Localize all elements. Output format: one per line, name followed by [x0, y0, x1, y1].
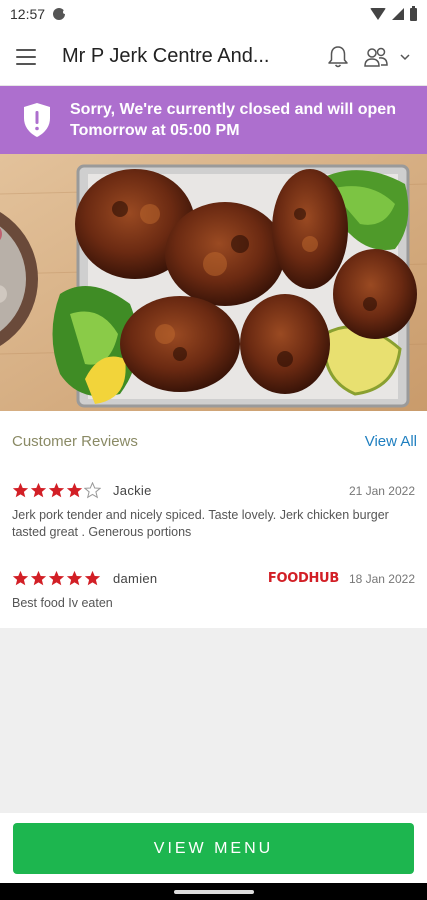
star-filled-icon [12, 482, 29, 498]
signal-icon [392, 8, 404, 20]
restaurant-hero-image [0, 154, 427, 411]
star-empty-icon [84, 482, 101, 499]
app-bar-actions [327, 45, 411, 69]
system-navigation-bar [0, 883, 427, 900]
closed-message-line1: Sorry, We're currently closed and will o… [70, 101, 396, 118]
status-icons [370, 5, 417, 21]
foodhub-source-badge: FOODHUB [267, 571, 339, 586]
profile-icon[interactable] [363, 46, 389, 68]
star-rating [12, 570, 101, 587]
reviewer-name: damien [113, 571, 158, 586]
restaurant-title: Mr P Jerk Centre And... [62, 45, 270, 67]
star-filled-icon [30, 570, 47, 586]
reviewer-name: Jackie [113, 483, 152, 498]
bottom-action-bar: VIEW MENU [0, 813, 427, 883]
star-filled-icon [84, 570, 101, 586]
review-text: Best food Iv eaten [12, 596, 113, 610]
closed-banner: Sorry, We're currently closed and will o… [0, 86, 427, 154]
star-filled-icon [12, 570, 29, 586]
wifi-icon [370, 8, 386, 20]
shield-alert-icon [24, 103, 50, 137]
review-item: damien FOODHUB 18 Jan 2022 Best food Iv … [12, 570, 415, 612]
review-item: Jackie 21 Jan 2022 Jerk pork tender and … [12, 482, 415, 541]
closed-message: Sorry, We're currently closed and will o… [70, 99, 396, 141]
status-bar: 12:57 [0, 0, 427, 28]
review-date: 18 Jan 2022 [348, 571, 415, 586]
view-menu-button[interactable]: VIEW MENU [13, 823, 414, 874]
star-filled-icon [66, 570, 83, 586]
star-filled-icon [48, 482, 65, 498]
notification-icon [53, 8, 68, 20]
star-filled-icon [30, 482, 47, 498]
chevron-down-icon[interactable] [399, 51, 411, 63]
review-text: Jerk pork tender and nicely spiced. Tast… [12, 508, 389, 539]
view-all-link[interactable]: View All [365, 433, 417, 450]
hamburger-menu-icon[interactable] [16, 48, 36, 65]
home-gesture-handle[interactable] [174, 890, 254, 894]
battery-icon [410, 5, 417, 21]
app-bar: Mr P Jerk Centre And... [0, 28, 427, 86]
reviews-header: Customer Reviews View All [12, 433, 417, 450]
review-date: 21 Jan 2022 [348, 483, 415, 498]
reviews-title: Customer Reviews [12, 433, 138, 450]
bell-icon[interactable] [327, 45, 349, 69]
star-filled-icon [66, 482, 83, 498]
closed-message-line2: Tomorrow at 05:00 PM [70, 122, 240, 139]
customer-reviews-section: Customer Reviews View All Jackie 21 Jan … [0, 411, 427, 628]
status-time: 12:57 [10, 6, 46, 22]
star-rating [12, 482, 101, 499]
star-filled-icon [48, 570, 65, 586]
